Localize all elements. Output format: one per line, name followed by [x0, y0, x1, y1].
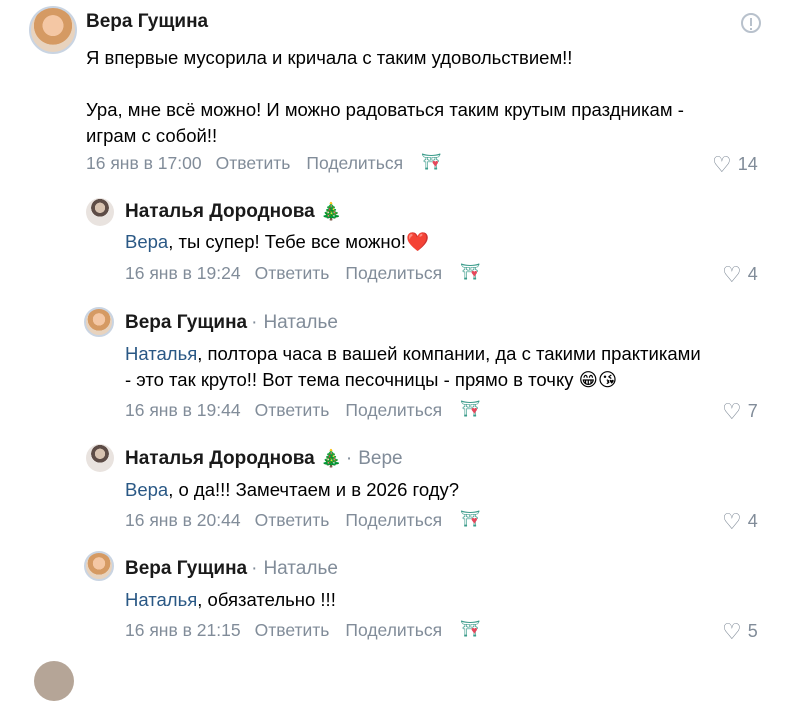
- timestamp[interactable]: 16 янв в 21:15: [125, 620, 241, 641]
- gift-sticker-icon[interactable]: ⛩ ♥: [460, 511, 482, 529]
- gift-sticker-icon[interactable]: ⛩ ♥: [460, 401, 482, 419]
- avatar[interactable]: [29, 6, 77, 54]
- author-name[interactable]: Вера Гущина: [86, 11, 208, 33]
- share-button[interactable]: Поделиться: [306, 153, 403, 174]
- gift-sticker-icon[interactable]: ⛩ ♥: [460, 264, 482, 282]
- comment-text: Вера, ты супер! Тебе все можно!❤️: [125, 231, 430, 252]
- info-icon[interactable]: [741, 13, 761, 33]
- heart-icon: ♡: [722, 509, 742, 534]
- gift-sticker-icon[interactable]: ⛩ ♥: [460, 621, 482, 639]
- christmas-tree-icon: 🎄: [320, 202, 342, 221]
- share-button[interactable]: Поделиться: [345, 510, 442, 531]
- reply-comment-2: Вера Гущина · Наталье Наталья, полтора час…: [0, 300, 800, 440]
- gift-sticker-icon[interactable]: ⛩ ♥: [421, 154, 443, 172]
- author-name[interactable]: Вера Гущина · Наталье: [125, 558, 338, 580]
- comment-text: Я впервые мусорила и кричала с таким удо…: [86, 47, 684, 146]
- mention-link[interactable]: Вера: [125, 479, 168, 500]
- reply-button[interactable]: Ответить: [255, 263, 330, 284]
- like-button[interactable]: ♡ 4: [722, 509, 758, 535]
- comment-meta: 16 янв в 19:24 Ответить Поделиться ⛩ ♥: [125, 263, 482, 284]
- reply-button[interactable]: Ответить: [255, 620, 330, 641]
- timestamp[interactable]: 16 янв в 19:44: [125, 400, 241, 421]
- comment-meta: 16 янв в 17:00 Ответить Поделиться ⛩ ♥: [86, 153, 443, 174]
- comment-meta: 16 янв в 21:15 Ответить Поделиться ⛩ ♥: [125, 620, 482, 641]
- reply-comment-4: Вера Гущина · Наталье Наталья, обязательно…: [0, 545, 800, 655]
- author-name[interactable]: Наталья Дороднова 🎄 · Вере: [125, 448, 403, 470]
- reply-to-link[interactable]: Наталье: [263, 558, 337, 579]
- share-button[interactable]: Поделиться: [345, 620, 442, 641]
- reply-comment-3: Наталья Дороднова 🎄 · Вере Вера, о да!!! За…: [0, 440, 800, 545]
- mention-link[interactable]: Вера: [125, 231, 168, 252]
- avatar[interactable]: [34, 661, 74, 701]
- mention-link[interactable]: Наталья: [125, 589, 197, 610]
- comment-text: Вера, о да!!! Замечтаем и в 2026 году?: [125, 479, 460, 500]
- avatar[interactable]: [84, 551, 114, 581]
- reply-to-link[interactable]: Наталье: [263, 312, 337, 333]
- reply-button[interactable]: Ответить: [255, 400, 330, 421]
- like-button[interactable]: ♡ 7: [722, 399, 758, 425]
- author-name[interactable]: Вера Гущина · Наталье: [125, 312, 338, 334]
- timestamp[interactable]: 16 янв в 17:00: [86, 153, 202, 174]
- like-button[interactable]: ♡ 5: [722, 619, 758, 645]
- comment-1: Вера Гущина Я впервые мусорила и кричала…: [0, 0, 800, 190]
- comment-meta: 16 янв в 20:44 Ответить Поделиться ⛩ ♥: [125, 510, 482, 531]
- heart-icon: ♡: [722, 399, 742, 424]
- reply-button[interactable]: Ответить: [216, 153, 291, 174]
- like-button[interactable]: ♡ 14: [712, 152, 758, 178]
- comment-meta: 16 янв в 19:44 Ответить Поделиться ⛩ ♥: [125, 400, 482, 421]
- reply-button[interactable]: Ответить: [255, 510, 330, 531]
- timestamp[interactable]: 16 янв в 20:44: [125, 510, 241, 531]
- mention-link[interactable]: Наталья: [125, 343, 197, 364]
- avatar[interactable]: [84, 307, 114, 337]
- avatar[interactable]: [86, 198, 114, 226]
- comment-text: Наталья, обязательно !!!: [125, 589, 336, 610]
- heart-icon: ♡: [722, 619, 742, 644]
- heart-icon: ♡: [712, 152, 732, 177]
- share-button[interactable]: Поделиться: [345, 400, 442, 421]
- heart-icon: ♡: [722, 262, 742, 287]
- avatar[interactable]: [86, 444, 114, 472]
- comment-text: Наталья, полтора часа в вашей компании, …: [125, 343, 701, 390]
- author-name[interactable]: Наталья Дороднова 🎄: [125, 201, 342, 223]
- timestamp[interactable]: 16 янв в 19:24: [125, 263, 241, 284]
- christmas-tree-icon: 🎄: [320, 449, 342, 468]
- reply-to-link[interactable]: Вере: [358, 448, 402, 469]
- reply-comment-1: Наталья Дороднова 🎄 Вера, ты супер! Тебе …: [0, 190, 800, 300]
- like-button[interactable]: ♡ 4: [722, 262, 758, 288]
- share-button[interactable]: Поделиться: [345, 263, 442, 284]
